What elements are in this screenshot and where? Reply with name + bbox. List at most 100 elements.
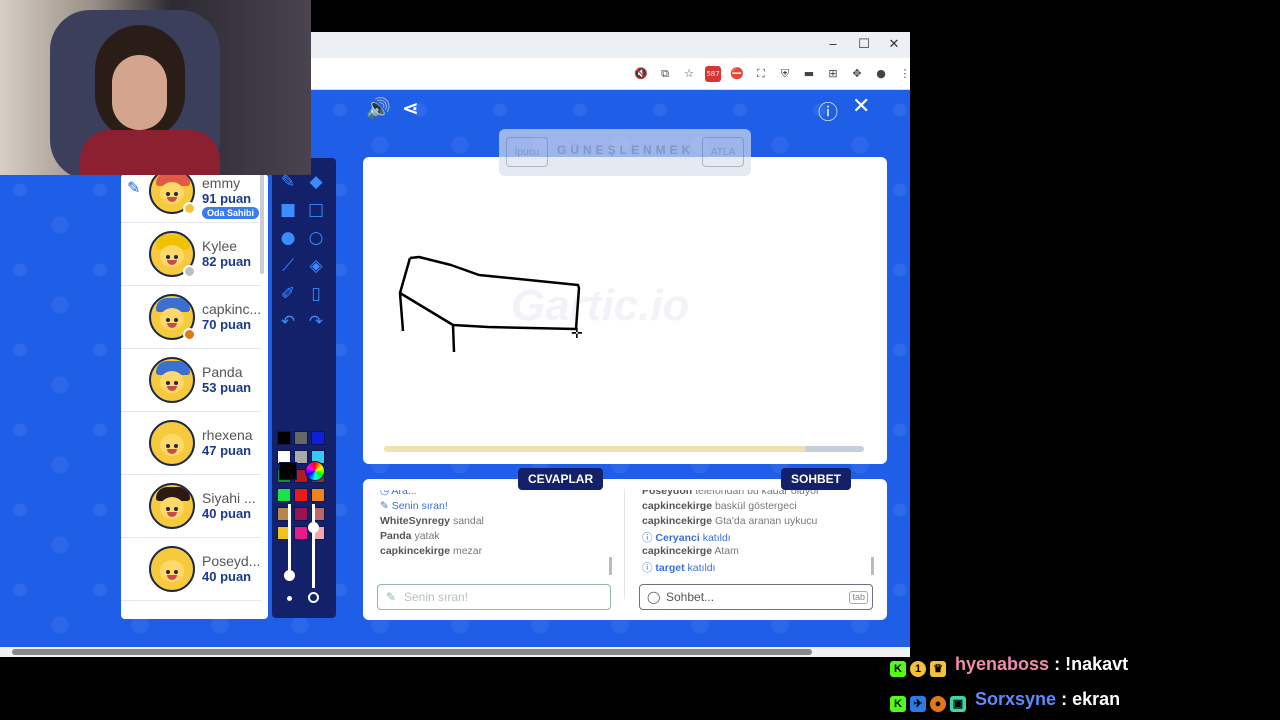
minimize-button[interactable]: ‒ — [819, 36, 847, 54]
player-score: 82 puan — [202, 254, 252, 269]
answer-line: WhiteSynregy sandal — [380, 515, 484, 527]
pumpkin-badge-icon: ● — [930, 696, 946, 712]
player-list-scrollbar[interactable] — [260, 174, 264, 274]
adblock-icon[interactable]: ⛔ — [729, 66, 745, 82]
chat-line: ⓘ target katıldı — [642, 562, 716, 574]
player-list: ✎ emmy 91 puan Oda Sahibi Kylee 82 puan capkin… — [121, 174, 268, 619]
color-swatch[interactable] — [294, 488, 308, 502]
sound-icon[interactable]: 🔊 — [366, 96, 391, 120]
svg-text:✛: ✛ — [571, 326, 583, 342]
player-row[interactable]: Kylee 82 puan — [121, 223, 261, 286]
coin-badge-icon: 1 — [910, 661, 926, 677]
screenshot-icon[interactable]: ⛶ — [753, 66, 769, 82]
chat-input[interactable]: ◯ Sohbet... tab — [639, 584, 873, 610]
player-row[interactable]: Poseyd... 40 puan — [121, 538, 261, 601]
circle-tool-icon[interactable]: ○ — [306, 228, 326, 248]
webcam-overlay — [0, 0, 311, 175]
shield-icon[interactable]: ⛨ — [777, 66, 793, 82]
answer-line: ✎ Senin sıran! — [380, 500, 448, 512]
player-name: emmy — [202, 175, 241, 191]
undo-tool-icon[interactable]: ↶ — [278, 312, 298, 332]
cast-icon[interactable]: ⧉ — [657, 66, 673, 82]
blue-badge-icon: ✈ — [910, 696, 926, 712]
color-swatch[interactable] — [294, 507, 308, 521]
share-icon[interactable]: ⋖ — [402, 96, 419, 120]
size-slider-handle[interactable] — [284, 570, 295, 581]
info-icon[interactable]: ⓘ — [818, 96, 838, 125]
player-name: Panda — [202, 364, 243, 380]
player-name: Siyahi ... — [202, 490, 256, 506]
horizontal-scrollbar[interactable] — [0, 647, 910, 657]
profile-icon[interactable]: ● — [873, 66, 889, 82]
stream-chat-message: : !nakavt — [1054, 654, 1129, 674]
avatar — [149, 546, 195, 592]
redo-tool-icon[interactable]: ↷ — [306, 312, 326, 332]
chat-input-placeholder: Sohbet... — [666, 590, 715, 604]
hint-button[interactable]: İpucu — [506, 137, 548, 167]
stream-chat-message: : ekran — [1061, 689, 1121, 709]
filled-rect-tool-icon[interactable]: ■ — [278, 200, 298, 220]
player-score: 40 puan — [202, 506, 252, 521]
answer-input-placeholder: Senin sıran! — [404, 590, 469, 604]
eraser-tool-icon[interactable]: ◆ — [306, 172, 326, 192]
kick-badge-icon: K — [890, 661, 906, 677]
drawing-strokes: ✛ — [398, 255, 583, 353]
fill-tool-icon[interactable]: ◈ — [306, 256, 326, 276]
page-tool-icon[interactable]: ▯ — [306, 284, 326, 304]
status-dot — [183, 202, 196, 215]
tab-answers[interactable]: CEVAPLAR — [518, 468, 604, 490]
timer-bar-fill — [384, 446, 807, 452]
extension-badge-icon[interactable]: 587 — [705, 66, 721, 82]
opacity-slider-track[interactable] — [312, 504, 315, 588]
player-score: 47 puan — [202, 443, 252, 458]
eyedropper-tool-icon[interactable]: ✐ — [278, 284, 298, 304]
scrollbar-thumb[interactable] — [12, 649, 812, 655]
player-row[interactable]: rhexena 47 puan — [121, 412, 261, 475]
rect-tool-icon[interactable]: □ — [306, 200, 326, 220]
size-slider-track[interactable] — [288, 504, 291, 576]
player-score: 70 puan — [202, 317, 252, 332]
maximize-button[interactable]: ☐ — [850, 36, 878, 54]
pencil-icon: ✎ — [386, 590, 397, 604]
player-row[interactable]: ✎ emmy 91 puan Oda Sahibi — [121, 174, 261, 223]
player-row[interactable]: capkinc... 70 puan — [121, 286, 261, 349]
pencil-icon: ✎ — [380, 500, 392, 512]
pencil-tool-icon[interactable]: ✎ — [278, 172, 298, 192]
opacity-slider-handle[interactable] — [308, 522, 319, 533]
color-swatch[interactable] — [277, 488, 291, 502]
avatar — [149, 420, 195, 466]
line-tool-icon[interactable]: ⟋ — [278, 256, 298, 276]
tab-chat[interactable]: SOHBET — [781, 468, 852, 490]
close-window-button[interactable]: ✕ — [880, 36, 908, 54]
color-wheel-icon[interactable] — [305, 461, 325, 481]
close-game-icon[interactable]: ✕ — [852, 94, 870, 119]
current-color[interactable] — [279, 462, 297, 480]
player-score: 40 puan — [202, 569, 252, 584]
avatar — [149, 483, 195, 529]
color-swatch[interactable] — [294, 431, 308, 445]
puzzle-icon[interactable]: ✥ — [849, 66, 865, 82]
answer-input[interactable]: ✎ Senin sıran! — [377, 584, 611, 610]
drawing-toolbar: ✎ ◆ ■ □ ● ○ ⟋ ◈ ✐ ▯ ↶ ↷ — [272, 158, 336, 618]
grid-icon[interactable]: ⊞ — [825, 66, 841, 82]
player-row[interactable]: Siyahi ... 40 puan — [121, 475, 261, 538]
secret-word: GÜNEŞLENMEK — [557, 143, 695, 157]
filled-circle-tool-icon[interactable]: ● — [278, 228, 298, 248]
brush-size-small-icon — [287, 596, 292, 601]
drawing-canvas[interactable]: Gartic.io ✛ — [363, 157, 887, 464]
skip-button[interactable]: ATLA — [702, 137, 744, 167]
crown-badge-icon: ♛ — [930, 661, 946, 677]
chat-line: capkincekirge Gta'da aranan uykucu — [642, 515, 818, 527]
hint-panel: İpucu GÜNEŞLENMEK ATLA — [499, 129, 751, 176]
player-row[interactable]: Panda 53 puan — [121, 349, 261, 412]
color-swatch[interactable] — [294, 526, 308, 540]
color-swatch[interactable] — [311, 431, 325, 445]
color-swatch[interactable] — [277, 431, 291, 445]
menu-icon[interactable]: ⋮ — [897, 66, 911, 82]
color-swatch[interactable] — [311, 488, 325, 502]
stream-chat-user: hyenaboss — [955, 654, 1050, 674]
mute-icon[interactable]: 🔇 — [633, 66, 649, 82]
stream-chat-line-2: K ✈ ● ▣ Sorxsyne : ekran — [890, 689, 1120, 712]
battery-icon[interactable]: ▬ — [801, 66, 817, 82]
bookmark-star-icon[interactable]: ☆ — [681, 66, 697, 82]
